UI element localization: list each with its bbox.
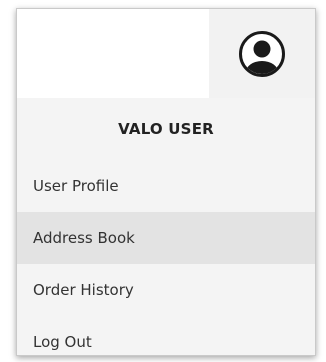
user-menu-dropdown: VALO USER User Profile Address Book Orde… <box>16 8 316 356</box>
menu-item-order-history[interactable]: Order History <box>17 264 315 316</box>
dropdown-header <box>17 9 315 98</box>
menu-item-address-book[interactable]: Address Book <box>17 212 315 264</box>
avatar-button[interactable] <box>209 9 315 98</box>
header-spacer <box>17 9 209 98</box>
menu-item-user-profile[interactable]: User Profile <box>17 160 315 212</box>
user-circle-icon <box>239 30 285 77</box>
user-name-heading: VALO USER <box>118 120 214 138</box>
menu-item-log-out[interactable]: Log Out <box>17 316 315 355</box>
